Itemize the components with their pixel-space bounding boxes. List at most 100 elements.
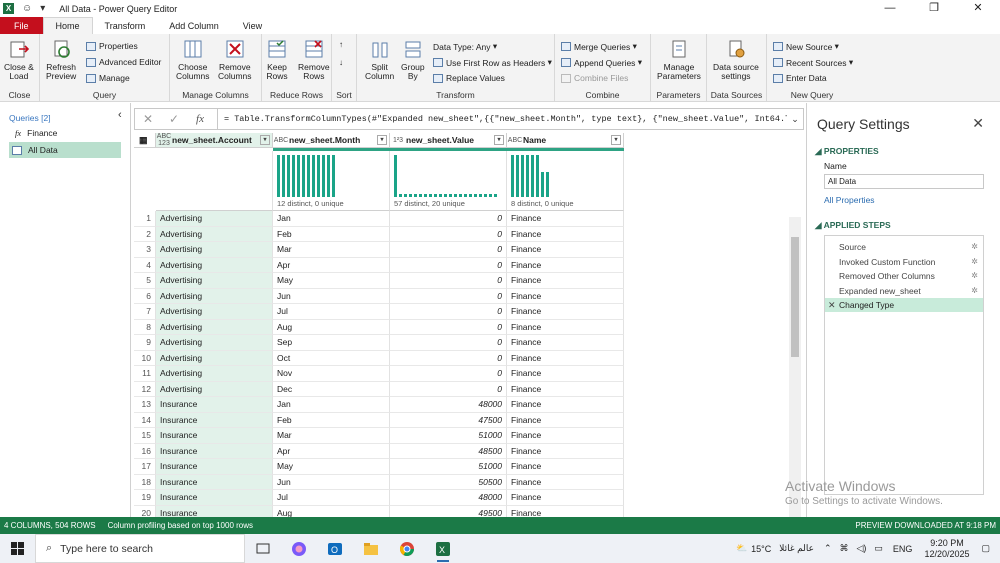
table-row[interactable]: 10 Advertising Oct 0 Finance xyxy=(134,350,624,366)
expand-formula-icon[interactable]: ⌄ xyxy=(787,114,803,125)
merge-queries-button[interactable]: Merge Queries ▾ xyxy=(561,41,637,52)
formula-input[interactable]: = Table.TransformColumnTypes(#"Expanded … xyxy=(217,109,787,129)
cell-value[interactable]: 0 xyxy=(390,257,507,273)
tab-view[interactable]: View xyxy=(231,17,274,34)
split-column-button[interactable]: Split Column xyxy=(365,38,394,81)
row-number[interactable]: 2 xyxy=(134,226,156,242)
table-row[interactable]: 6 Advertising Jun 0 Finance xyxy=(134,288,624,304)
cell-name[interactable]: Finance xyxy=(507,505,624,517)
type-integer-icon[interactable]: 1²3 xyxy=(390,137,406,144)
cell-value[interactable]: 0 xyxy=(390,211,507,227)
row-number[interactable]: 7 xyxy=(134,304,156,320)
use-first-row-button[interactable]: Use First Row as Headers ▾ xyxy=(433,57,552,68)
cell-name[interactable]: Finance xyxy=(507,335,624,351)
table-row[interactable]: 9 Advertising Sep 0 Finance xyxy=(134,335,624,351)
type-text-icon[interactable]: ABC xyxy=(507,137,523,144)
close-icon[interactable]: ✕ xyxy=(972,115,984,132)
table-row[interactable]: 11 Advertising Nov 0 Finance xyxy=(134,366,624,382)
cell-value[interactable]: 48000 xyxy=(390,397,507,413)
keep-rows-button[interactable]: Keep Rows xyxy=(266,38,288,81)
cell-value[interactable]: 0 xyxy=(390,319,507,335)
cell-month[interactable]: May xyxy=(273,459,390,475)
combine-files-button[interactable]: Combine Files xyxy=(561,73,628,83)
step-item[interactable]: Invoked Custom Function ✲ xyxy=(825,255,983,269)
cell-account[interactable]: Advertising xyxy=(156,319,273,335)
show-hidden-icons-icon[interactable]: ⌃ xyxy=(824,543,832,554)
status-profiling[interactable]: Column profiling based on top 1000 rows xyxy=(108,521,253,530)
cell-month[interactable]: Aug xyxy=(273,505,390,517)
new-source-button[interactable]: New Source ▾ xyxy=(773,41,839,52)
table-row[interactable]: 4 Advertising Apr 0 Finance xyxy=(134,257,624,273)
chrome-icon[interactable] xyxy=(389,534,425,563)
cell-month[interactable]: Jun xyxy=(273,474,390,490)
cell-name[interactable]: Finance xyxy=(507,350,624,366)
cell-value[interactable]: 0 xyxy=(390,304,507,320)
cell-value[interactable]: 50500 xyxy=(390,474,507,490)
table-menu-icon[interactable]: ▦ xyxy=(134,133,156,148)
filter-dropdown-icon[interactable]: ▾ xyxy=(377,135,387,145)
network-icon[interactable]: ⌘ xyxy=(839,543,848,554)
data-source-settings-button[interactable]: Data source settings xyxy=(713,38,759,81)
excel-taskbar-icon[interactable]: X xyxy=(425,534,461,563)
replace-values-button[interactable]: Replace Values xyxy=(433,73,505,83)
cell-name[interactable]: Finance xyxy=(507,211,624,227)
step-item[interactable]: Expanded new_sheet ✲ xyxy=(825,284,983,298)
cell-account[interactable]: Advertising xyxy=(156,350,273,366)
advanced-editor-button[interactable]: Advanced Editor xyxy=(86,57,161,67)
cell-value[interactable]: 0 xyxy=(390,226,507,242)
cell-month[interactable]: Jun xyxy=(273,288,390,304)
cell-value[interactable]: 51000 xyxy=(390,428,507,444)
cell-account[interactable]: Advertising xyxy=(156,211,273,227)
manage-button[interactable]: Manage xyxy=(86,73,130,83)
clock[interactable]: 9:20 PM 12/20/2025 xyxy=(924,538,969,560)
cell-account[interactable]: Advertising xyxy=(156,257,273,273)
cell-name[interactable]: Finance xyxy=(507,443,624,459)
row-number[interactable]: 11 xyxy=(134,366,156,382)
table-row[interactable]: 13 Insurance Jan 48000 Finance xyxy=(134,397,624,413)
choose-columns-button[interactable]: Choose Columns xyxy=(176,38,210,81)
properties-button[interactable]: Properties xyxy=(86,41,138,51)
gear-icon[interactable]: ✲ xyxy=(971,240,978,254)
collapse-chevron-icon[interactable]: ‹ xyxy=(118,109,122,121)
table-row[interactable]: 15 Insurance Mar 51000 Finance xyxy=(134,428,624,444)
cell-value[interactable]: 0 xyxy=(390,335,507,351)
append-queries-button[interactable]: Append Queries ▾ xyxy=(561,57,642,68)
filter-dropdown-icon[interactable]: ▾ xyxy=(611,135,621,145)
cell-account[interactable]: Advertising xyxy=(156,242,273,258)
row-number[interactable]: 13 xyxy=(134,397,156,413)
close-load-button[interactable]: Close & Load xyxy=(4,38,34,81)
remove-columns-button[interactable]: Remove Columns xyxy=(218,38,252,81)
cell-account[interactable]: Insurance xyxy=(156,443,273,459)
row-number[interactable]: 17 xyxy=(134,459,156,475)
query-name-input[interactable]: All Data xyxy=(824,174,984,189)
sort-descending-icon[interactable]: ↓ xyxy=(339,58,343,67)
table-row[interactable]: 16 Insurance Apr 48500 Finance xyxy=(134,443,624,459)
tab-file[interactable]: File xyxy=(0,17,43,34)
row-number[interactable]: 8 xyxy=(134,319,156,335)
manage-parameters-button[interactable]: Manage Parameters xyxy=(657,38,701,81)
remove-rows-button[interactable]: Remove Rows xyxy=(298,38,330,81)
row-number[interactable]: 6 xyxy=(134,288,156,304)
cell-account[interactable]: Insurance xyxy=(156,428,273,444)
enter-data-button[interactable]: Enter Data xyxy=(773,73,827,83)
cell-account[interactable]: Insurance xyxy=(156,412,273,428)
smiley-feedback-icon[interactable]: ☺ xyxy=(22,3,32,14)
cell-value[interactable]: 0 xyxy=(390,381,507,397)
step-item-selected[interactable]: ✕ Changed Type xyxy=(825,298,983,312)
scrollbar-thumb[interactable] xyxy=(791,237,799,357)
column-header-month[interactable]: ABC new_sheet.Month ▾ xyxy=(273,133,390,148)
table-row[interactable]: 5 Advertising May 0 Finance xyxy=(134,273,624,289)
cell-name[interactable]: Finance xyxy=(507,304,624,320)
cell-account[interactable]: Insurance xyxy=(156,505,273,517)
cell-name[interactable]: Finance xyxy=(507,428,624,444)
table-row[interactable]: 8 Advertising Aug 0 Finance xyxy=(134,319,624,335)
cell-value[interactable]: 0 xyxy=(390,350,507,366)
table-row[interactable]: 1 Advertising Jan 0 Finance xyxy=(134,211,624,227)
cell-month[interactable]: Aug xyxy=(273,319,390,335)
row-number[interactable]: 1 xyxy=(134,211,156,227)
cell-name[interactable]: Finance xyxy=(507,397,624,413)
cell-month[interactable]: May xyxy=(273,273,390,289)
table-row[interactable]: 18 Insurance Jun 50500 Finance xyxy=(134,474,624,490)
cell-month[interactable]: Nov xyxy=(273,366,390,382)
battery-icon[interactable]: ▭ xyxy=(874,543,883,554)
